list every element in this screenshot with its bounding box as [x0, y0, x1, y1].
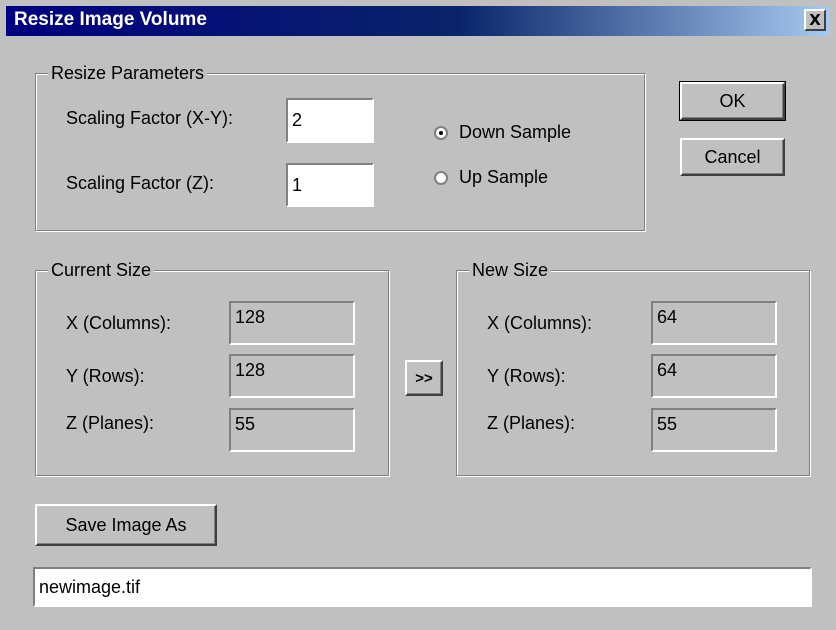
close-button[interactable]: X: [804, 9, 826, 31]
up-sample-radio-indicator[interactable]: [434, 171, 448, 185]
current-z-label: Z (Planes):: [66, 413, 155, 433]
current-size-label: Current Size: [48, 259, 155, 281]
title-bar[interactable]: Resize Image Volume X: [6, 6, 830, 36]
cancel-button[interactable]: Cancel: [680, 138, 785, 176]
ok-button[interactable]: OK: [679, 81, 786, 121]
new-x-label: X (Columns):: [487, 313, 593, 333]
current-z-value: 55: [229, 408, 355, 452]
current-x-label: X (Columns):: [66, 313, 172, 333]
scaling-factor-xy-input[interactable]: [286, 98, 374, 143]
window-title: Resize Image Volume: [14, 9, 207, 30]
resize-parameters-label: Resize Parameters: [48, 62, 208, 84]
scaling-factor-z-label: Scaling Factor (Z):: [66, 173, 215, 193]
filename-input[interactable]: [33, 567, 812, 607]
save-image-as-button[interactable]: Save Image As: [35, 504, 217, 546]
up-sample-label[interactable]: Up Sample: [459, 167, 548, 188]
radio-selected-dot: [439, 131, 443, 135]
resize-image-volume-dialog: Resize Image Volume X Resize Parameters …: [0, 0, 836, 630]
resize-parameters-group: Resize Parameters: [35, 62, 645, 231]
scaling-factor-z-input[interactable]: [286, 163, 374, 207]
new-y-value: 64: [651, 354, 777, 398]
new-z-value: 55: [651, 408, 777, 452]
new-size-label: New Size: [469, 259, 552, 281]
scaling-factor-xy-label: Scaling Factor (X-Y):: [66, 108, 234, 128]
current-y-value: 128: [229, 354, 355, 398]
down-sample-radio-indicator[interactable]: [434, 126, 448, 140]
close-icon: X: [809, 11, 821, 29]
new-y-label: Y (Rows):: [487, 366, 566, 386]
new-x-value: 64: [651, 301, 777, 345]
transfer-size-button[interactable]: >>: [405, 360, 443, 396]
current-x-value: 128: [229, 301, 355, 345]
down-sample-label[interactable]: Down Sample: [459, 122, 571, 143]
new-z-label: Z (Planes):: [487, 413, 576, 433]
current-y-label: Y (Rows):: [66, 366, 145, 386]
